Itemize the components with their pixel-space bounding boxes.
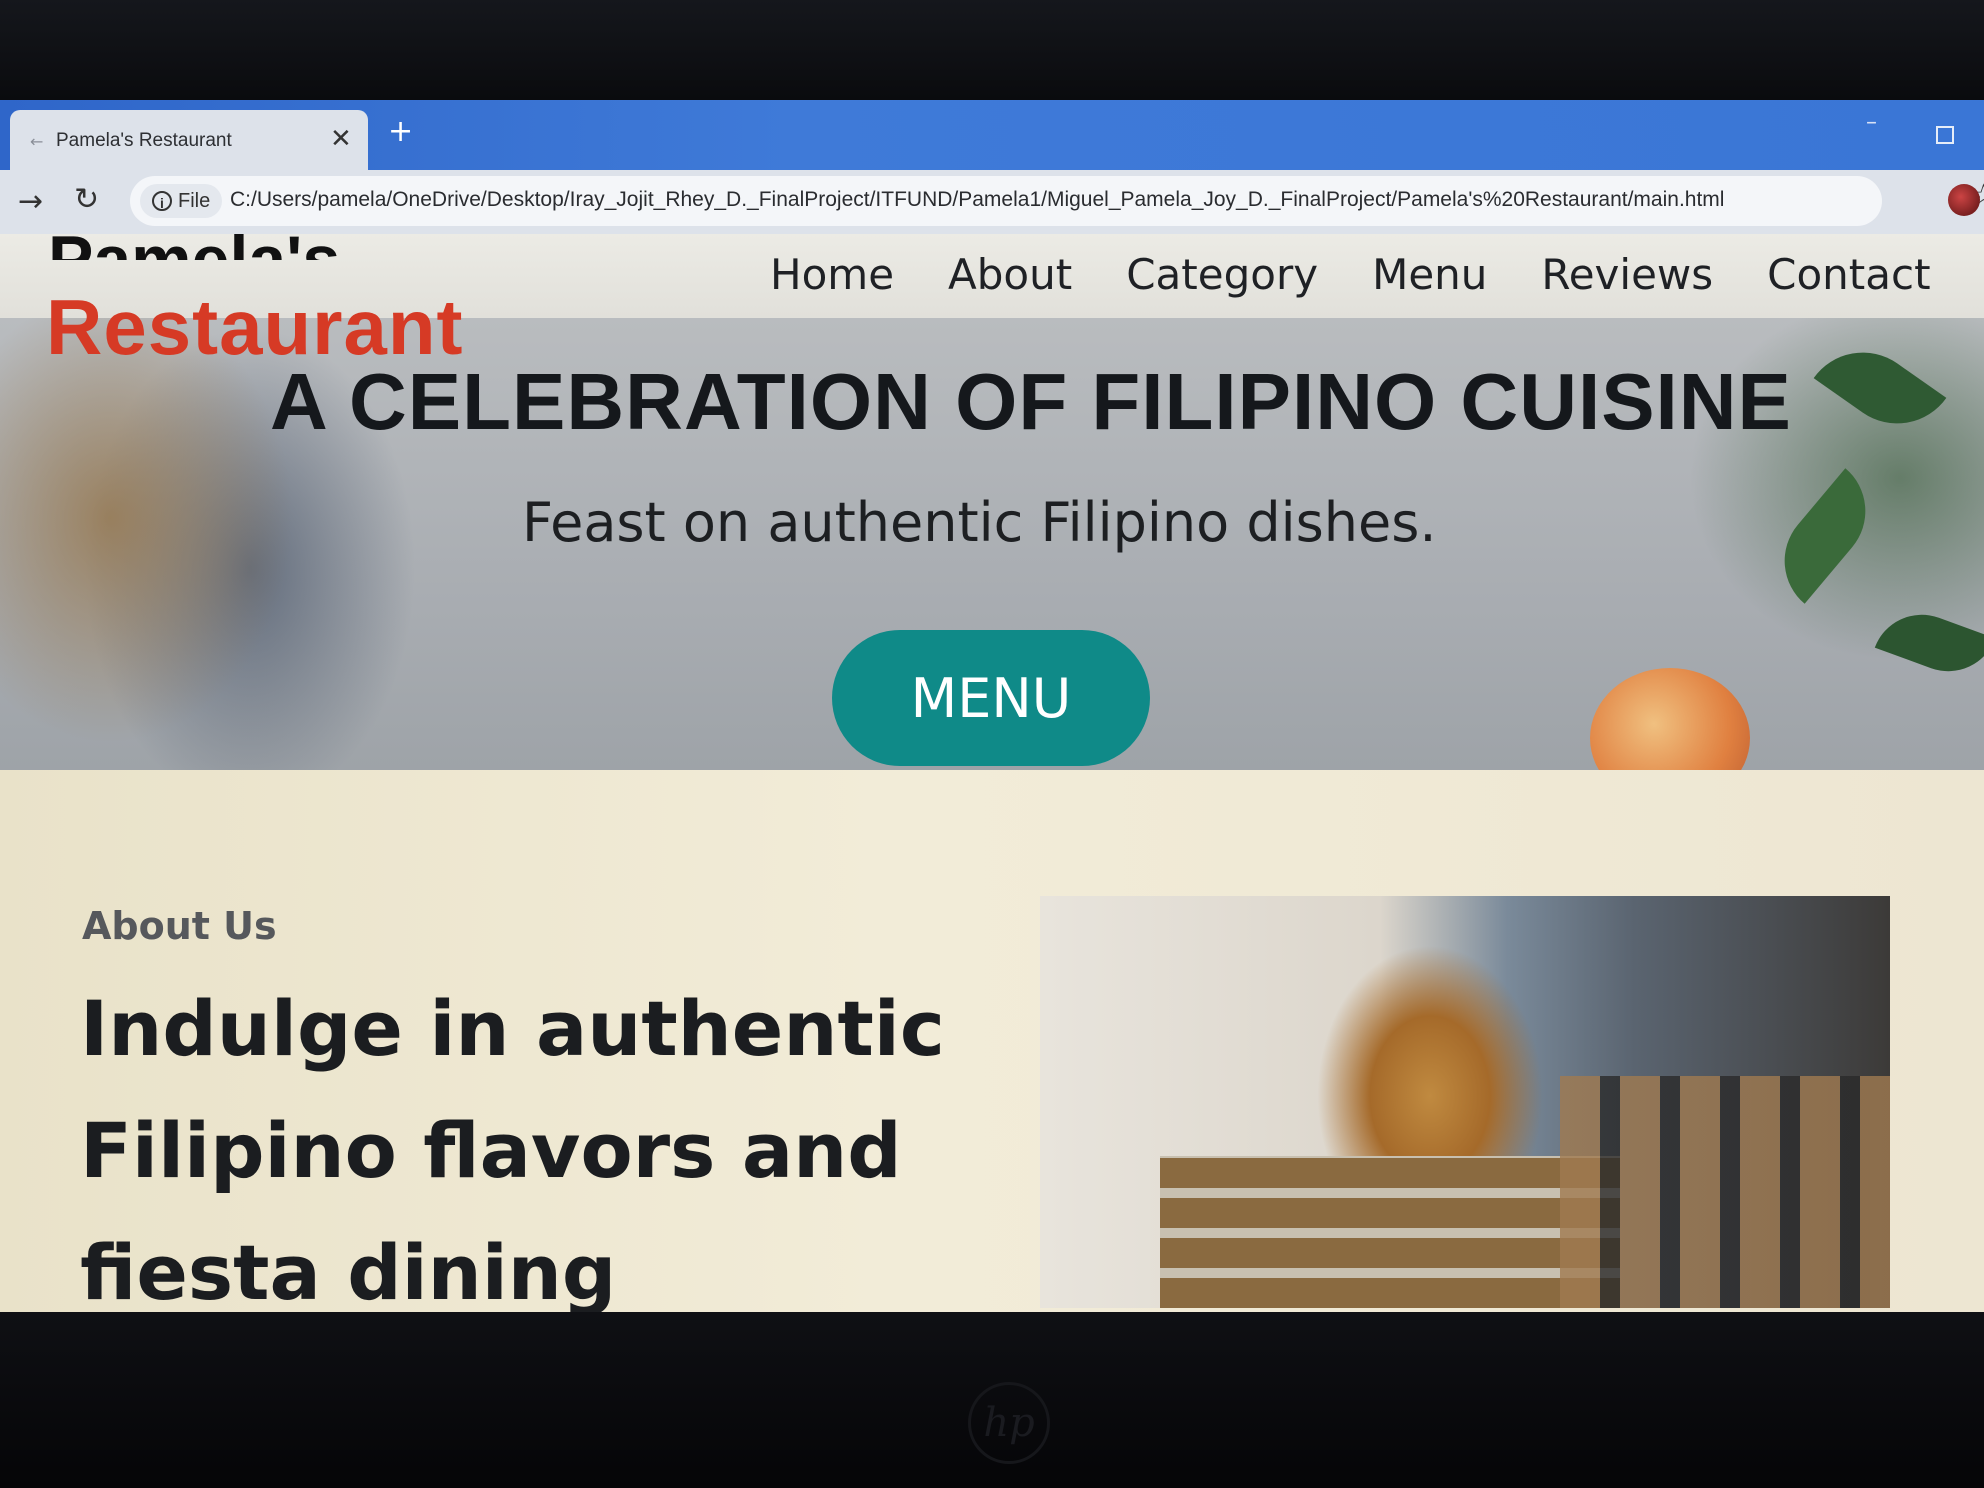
tab-strip: ← Pamela's Restaurant ✕ + – xyxy=(0,100,1984,170)
profile-avatar[interactable] xyxy=(1948,184,1980,216)
buffet-table xyxy=(1160,1156,1620,1308)
restaurant-interior-image xyxy=(1040,896,1890,1308)
nav-home[interactable]: Home xyxy=(770,250,894,299)
hero-subtitle: Feast on authentic Filipino dishes. xyxy=(522,491,1437,554)
address-bar[interactable]: i File C:/Users/pamela/OneDrive/Desktop/… xyxy=(130,176,1984,226)
info-icon: i xyxy=(152,191,172,211)
dining-tables xyxy=(1560,1076,1890,1308)
hp-logo-icon: hp xyxy=(968,1382,1050,1464)
about-eyebrow: About Us xyxy=(82,904,277,948)
browser-toolbar: → ↻ i File C:/Users/pamela/OneDrive/Desk… xyxy=(0,170,1984,234)
favicon-icon: ← xyxy=(30,132,44,151)
maximize-icon[interactable] xyxy=(1936,126,1954,144)
screen: ← Pamela's Restaurant ✕ + – → ↻ i File C… xyxy=(0,100,1984,1312)
nav-reviews[interactable]: Reviews xyxy=(1541,250,1713,299)
nav-about[interactable]: About xyxy=(948,250,1072,299)
menu-button[interactable]: MENU xyxy=(832,630,1150,766)
tab-title: Pamela's Restaurant xyxy=(56,130,232,151)
nav-contact[interactable]: Contact xyxy=(1767,250,1930,299)
url-text[interactable]: C:/Users/pamela/OneDrive/Desktop/Iray_Jo… xyxy=(230,188,1724,212)
hero-title: A CELEBRATION OF FILIPINO CUISINE xyxy=(270,357,1792,446)
browser-tab[interactable]: ← Pamela's Restaurant ✕ xyxy=(10,110,368,170)
security-label: File xyxy=(178,189,211,212)
site-info-chip[interactable]: i File xyxy=(140,184,223,218)
close-icon[interactable]: ✕ xyxy=(330,124,352,154)
brand-subtitle[interactable]: Restaurant xyxy=(46,288,463,366)
nav-menu[interactable]: Menu xyxy=(1372,250,1487,299)
main-nav: Home About Category Menu Reviews Contact xyxy=(770,250,1931,299)
monitor-bezel-top xyxy=(0,0,1984,100)
leaf-decoration xyxy=(1761,468,1889,604)
about-heading: Indulge in authentic Filipino flavors an… xyxy=(80,984,945,1312)
forward-icon[interactable]: → xyxy=(18,184,43,219)
leaf-decoration xyxy=(1874,600,1984,686)
nav-category[interactable]: Category xyxy=(1126,250,1318,299)
minimize-icon[interactable]: – xyxy=(1866,110,1877,135)
reload-icon[interactable]: ↻ xyxy=(74,182,99,217)
leaf-decoration xyxy=(1813,329,1947,447)
new-tab-button[interactable]: + xyxy=(388,114,413,149)
